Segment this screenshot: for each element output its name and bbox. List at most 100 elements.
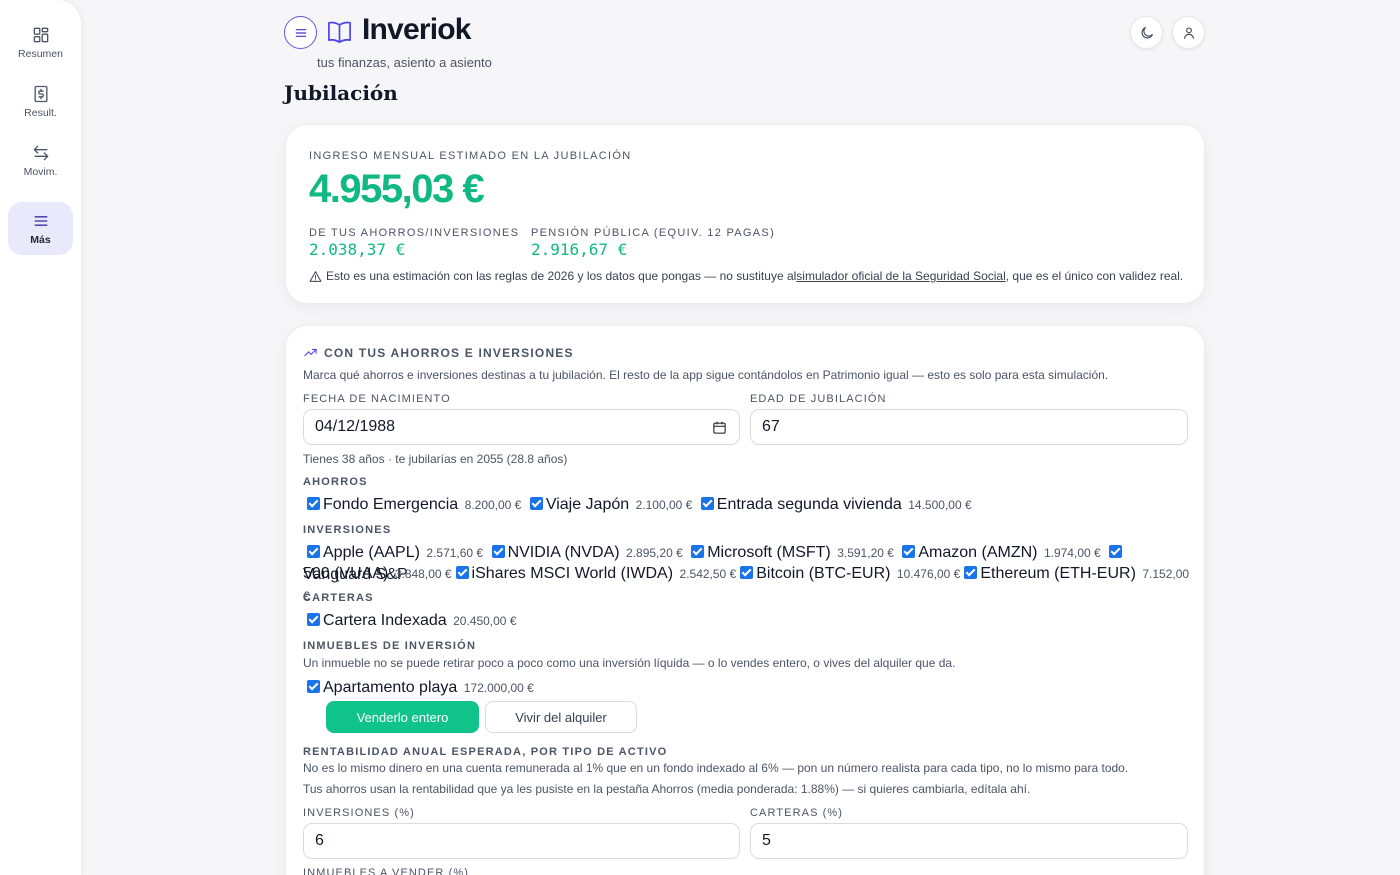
return-note-2: Tus ahorros usan la rentabilidad que ya … [303,782,1031,796]
investments-pct-input[interactable]: 6 [303,823,740,859]
checkbox[interactable] [902,545,916,558]
arrows-exchange-icon [33,145,48,161]
inversiones-line-2: 500 (VUAA) 3.848,00 € iShares MSCI World … [303,563,1193,607]
dashboard-icon [33,27,48,43]
checkbox[interactable] [740,566,754,579]
theme-toggle-button[interactable] [1130,16,1163,49]
checkbox[interactable] [1109,545,1123,558]
asset-name: Ethereum (ETH-EUR) [980,565,1136,582]
savings-income-value: 2.038,37 € [309,240,406,259]
return-title: RENTABILIDAD ANUAL ESPERADA, POR TIPO DE… [303,746,668,758]
sidebar-item-mas[interactable]: Más [8,202,73,255]
checkbox[interactable] [307,613,320,626]
section-header: CON TUS AHORROS E INVERSIONES [303,345,574,360]
asset-amount: 2.542,50 € [679,567,737,581]
app-tagline: tus finanzas, asiento a asiento [317,55,492,70]
carteras-list: Cartera Indexada 20.450,00 € [303,610,1193,632]
user-profile-button[interactable] [1172,16,1205,49]
checkbox[interactable] [455,566,469,579]
portfolios-pct-label: CARTERAS (%) [750,807,844,819]
return-note-1: No es lo mismo dinero en una cuenta remu… [303,761,1129,775]
sidebar-item-label: Resumen [18,48,63,60]
asset-name: 500 (VUAA) [303,565,389,582]
asset-amount: 1.974,00 € [1043,546,1101,560]
asset-amount: 2.100,00 € [635,498,693,512]
summary-eyebrow: INGRESO MENSUAL ESTIMADO EN LA JUBILACIÓ… [309,150,632,162]
sell-whole-button[interactable]: Venderlo entero [326,701,479,733]
checkbox[interactable] [307,545,320,558]
asset-name: Microsoft (MSFT) [707,544,831,561]
asset-name: Fondo Emergencia [323,496,459,513]
asset-name: Cartera Indexada [323,612,447,629]
sidebar-item-resumen[interactable]: Resumen [8,16,73,69]
real-estate-pct-label: INMUEBLES A VENDER (%) [303,867,470,875]
asset-amount: 3.591,20 € [837,546,894,560]
inmuebles-note: Un inmueble no se puede retirar poco a p… [303,656,956,670]
pension-value: 2.916,67 € [531,240,628,259]
portfolios-pct-input[interactable]: 5 [750,823,1188,859]
pension-label: PENSIÓN PÚBLICA (EQUIV. 12 PAGAS) [531,227,776,239]
retirement-summary-card: INGRESO MENSUAL ESTIMADO EN LA JUBILACIÓ… [285,124,1205,304]
asset-name: Viaje Japón [545,496,630,513]
checkbox[interactable] [529,497,543,510]
asset-name: Apartamento playa [323,679,458,696]
checkbox[interactable] [491,545,505,558]
asset-amount: 2.895,20 € [626,546,683,560]
inversiones-title: INVERSIONES [303,524,392,536]
ahorros-title: AHORROS [303,476,368,488]
asset-amount: 172.000,00 € [463,681,534,695]
asset-amount: 20.450,00 € [453,614,517,628]
disclaimer: Esto es una estimación con las reglas de… [309,269,1183,283]
savings-investments-card: CON TUS AHORROS E INVERSIONES Marca qué … [285,325,1205,875]
dollar-document-icon [34,85,47,103]
user-icon [1183,26,1194,39]
checkbox[interactable] [691,545,705,558]
section-intro: Marca qué ahorros e inversiones destinas… [303,368,1109,382]
birth-date-value: 04/12/1988 [315,418,396,435]
sidebar-item-label: Más [30,234,51,246]
asset-amount: 3.848,00 € [394,567,452,581]
live-from-rent-button[interactable]: Vivir del alquiler [485,701,637,733]
sidebar-item-movim[interactable]: Movim. [8,134,73,187]
checkbox[interactable] [964,566,978,579]
asset-amount: 2.571,60 € [426,546,484,560]
inmuebles-list: Apartamento playa 172.000,00 € [303,677,1193,699]
investments-pct-label: INVERSIONES (%) [303,807,415,819]
savings-income-label: DE TUS AHORROS/INVERSIONES [309,227,520,239]
carteras-title: CARTERAS [303,592,374,604]
sidebar-item-result[interactable]: Result. [8,75,73,128]
birth-date-label: FECHA DE NACIMIENTO [303,393,451,405]
asset-name: NVIDIA (NVDA) [507,544,620,561]
ahorros-list: Fondo Emergencia 8.200,00 € Viaje Japón … [303,494,1193,516]
app-title: Inveriok [362,13,471,46]
asset-name: Amazon (AMZN) [918,544,1038,561]
portfolios-pct-value: 5 [762,832,771,849]
menu-button[interactable] [284,16,317,49]
menu-lines-icon [34,216,47,226]
asset-name: Bitcoin (BTC-EUR) [756,565,891,582]
official-simulator-link[interactable]: simulador oficial de la Seguridad Social [796,269,1005,283]
asset-amount: 8.200,00 € [464,498,522,512]
birth-date-input[interactable]: 04/12/1988 [303,409,740,445]
checkbox[interactable] [307,497,320,510]
trending-up-icon [304,348,317,357]
investments-pct-value: 6 [315,832,324,849]
calendar-icon[interactable] [712,420,727,435]
asset-amount: 14.500,00 € [908,498,972,512]
sidebar-item-label: Result. [24,107,57,119]
moon-icon [1141,26,1153,38]
hamburger-icon [295,28,306,37]
checkbox[interactable] [700,497,714,510]
inmuebles-title: INMUEBLES DE INVERSIÓN [303,640,477,652]
disclaimer-text-after: , que es el único con validez real. [1005,269,1184,283]
asset-name: iShares MSCI World (IWDA) [471,565,674,582]
asset-name: Entrada segunda vivienda [716,496,902,513]
disclaimer-text-before: Esto es una estimación con las reglas de… [326,269,797,283]
retirement-age-input[interactable]: 67 [750,409,1188,445]
checkbox[interactable] [307,680,320,693]
asset-amount: 10.476,00 € [896,567,961,581]
sidebar-item-label: Movim. [23,166,58,178]
asset-name: Apple (AAPL) [323,544,420,561]
warning-icon [309,270,322,282]
total-monthly-income: 4.955,03 € [309,167,485,211]
